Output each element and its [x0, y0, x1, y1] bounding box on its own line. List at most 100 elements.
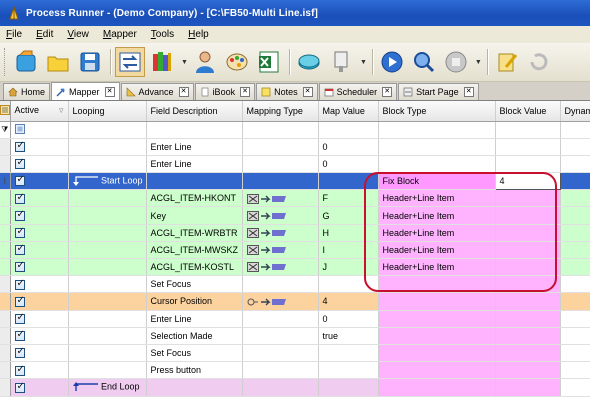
block-type-cell[interactable] — [378, 310, 496, 328]
block-value-cell[interactable] — [495, 378, 561, 397]
dynamic-cell[interactable] — [560, 224, 590, 242]
active-checkbox[interactable] — [14, 312, 25, 324]
active-checkbox[interactable] — [14, 226, 25, 239]
dynamic-cell[interactable] — [560, 344, 590, 363]
mapping-type-cell[interactable] — [242, 292, 319, 311]
looping-cell[interactable] — [68, 224, 147, 242]
tab-ibook[interactable]: iBook ✕ — [194, 83, 256, 100]
dynamic-cell[interactable] — [560, 138, 590, 156]
table-row[interactable]: Set Focus — [0, 275, 590, 294]
dynamic-cell[interactable] — [560, 189, 590, 208]
active-cell[interactable] — [10, 241, 69, 260]
mapping-type-cell[interactable] — [242, 206, 319, 225]
looping-cell[interactable] — [68, 361, 147, 380]
looping-cell[interactable] — [68, 327, 147, 345]
table-row[interactable]: ACGL_ITEM-WRBTR HHeader+Line Item — [0, 224, 590, 242]
active-cell[interactable] — [10, 155, 69, 174]
refresh-button[interactable] — [524, 47, 554, 77]
field-description-cell[interactable]: Set Focus — [146, 344, 243, 363]
mapping-type-cell[interactable] — [242, 189, 319, 208]
block-value-cell[interactable] — [495, 292, 561, 311]
active-checkbox[interactable] — [14, 364, 25, 376]
row-header[interactable] — [0, 258, 11, 277]
map-value-cell[interactable] — [318, 172, 379, 191]
map-value-cell[interactable] — [318, 344, 379, 363]
looping-cell[interactable] — [68, 138, 147, 156]
block-value-cell[interactable] — [495, 344, 561, 363]
active-checkbox[interactable] — [14, 381, 25, 393]
dynamic-cell[interactable] — [560, 310, 590, 328]
active-checkbox[interactable] — [14, 329, 25, 342]
table-row[interactable]: Cursor Position 4 — [0, 292, 590, 311]
save-button[interactable] — [75, 47, 105, 77]
table-row[interactable]: End Loop — [0, 378, 590, 397]
row-header[interactable] — [0, 138, 11, 156]
field-description-cell[interactable]: ACGL_ITEM-KOSTL — [146, 258, 243, 277]
close-icon[interactable]: ✕ — [240, 87, 251, 97]
excel-button[interactable] — [254, 47, 284, 77]
row-header[interactable] — [0, 292, 11, 311]
edit-button[interactable] — [492, 47, 522, 77]
map-value-cell[interactable] — [318, 378, 379, 397]
row-header[interactable] — [0, 275, 11, 294]
connect-button[interactable] — [294, 47, 324, 77]
active-checkbox[interactable] — [14, 174, 25, 187]
close-icon[interactable]: ✕ — [178, 87, 189, 97]
mapping-type-cell[interactable] — [242, 172, 319, 191]
block-value-cell[interactable] — [495, 310, 561, 328]
tool-dropdown-icon[interactable]: ▼ — [360, 59, 367, 66]
stop-dropdown-icon[interactable]: ▼ — [475, 59, 482, 66]
block-type-cell[interactable] — [378, 138, 496, 156]
active-cell[interactable] — [10, 275, 69, 294]
table-row[interactable]: Press button — [0, 361, 590, 380]
close-icon[interactable]: ✕ — [463, 87, 474, 97]
block-value-cell[interactable] — [495, 138, 561, 156]
field-description-cell[interactable] — [146, 378, 243, 397]
field-description-cell[interactable]: Enter Line — [146, 310, 243, 328]
block-value-cell[interactable] — [495, 258, 561, 277]
map-value-cell[interactable]: 0 — [318, 310, 379, 328]
mapping-type-cell[interactable] — [242, 224, 319, 242]
map-value-cell[interactable]: 0 — [318, 138, 379, 156]
filter-cell[interactable] — [378, 121, 496, 139]
column-header-map-value[interactable]: Map Value — [318, 101, 379, 122]
tab-advance[interactable]: Advance ✕ — [120, 83, 194, 100]
table-row[interactable]: Selection Made true — [0, 327, 590, 345]
table-row[interactable]: ACGL_ITEM-MWSKZ IHeader+Line Item — [0, 241, 590, 260]
tab-home[interactable]: Home — [3, 83, 51, 100]
looping-cell[interactable] — [68, 292, 147, 311]
menu-file[interactable]: File — [6, 29, 22, 40]
open-button[interactable] — [43, 47, 73, 77]
block-type-cell[interactable] — [378, 292, 496, 311]
mapping-type-cell[interactable] — [242, 138, 319, 156]
block-value-cell[interactable] — [495, 361, 561, 380]
active-checkbox[interactable] — [14, 260, 25, 273]
block-value-cell[interactable] — [495, 241, 561, 260]
mapping-type-cell[interactable] — [242, 344, 319, 363]
filter-cell[interactable] — [146, 121, 243, 139]
block-type-cell[interactable]: Fix Block — [378, 172, 496, 191]
row-header[interactable] — [0, 378, 11, 397]
mapping-type-cell[interactable] — [242, 155, 319, 174]
table-row[interactable]: I Start Loop Fix Block4 — [0, 172, 590, 191]
active-checkbox[interactable] — [14, 157, 25, 170]
looping-cell[interactable] — [68, 275, 147, 294]
row-header[interactable] — [0, 189, 11, 208]
header-corner[interactable] — [0, 101, 11, 122]
column-header-mapping-type[interactable]: Mapping Type — [242, 101, 319, 122]
user-button[interactable] — [190, 47, 220, 77]
stop-button[interactable] — [441, 47, 471, 77]
block-value-cell[interactable] — [495, 275, 561, 294]
field-description-cell[interactable]: Enter Line — [146, 138, 243, 156]
active-checkbox[interactable] — [14, 278, 25, 290]
field-description-cell[interactable]: Press button — [146, 361, 243, 380]
menu-mapper[interactable]: Mapper — [103, 29, 137, 40]
table-row[interactable]: Enter Line 0 — [0, 138, 590, 156]
dynamic-cell[interactable] — [560, 206, 590, 225]
row-header[interactable] — [0, 310, 11, 328]
map-value-cell[interactable]: true — [318, 327, 379, 345]
map-value-cell[interactable]: 0 — [318, 155, 379, 174]
filter-cell[interactable] — [495, 121, 561, 139]
active-cell[interactable] — [10, 224, 69, 242]
column-header-block-value[interactable]: Block Value — [495, 101, 561, 122]
